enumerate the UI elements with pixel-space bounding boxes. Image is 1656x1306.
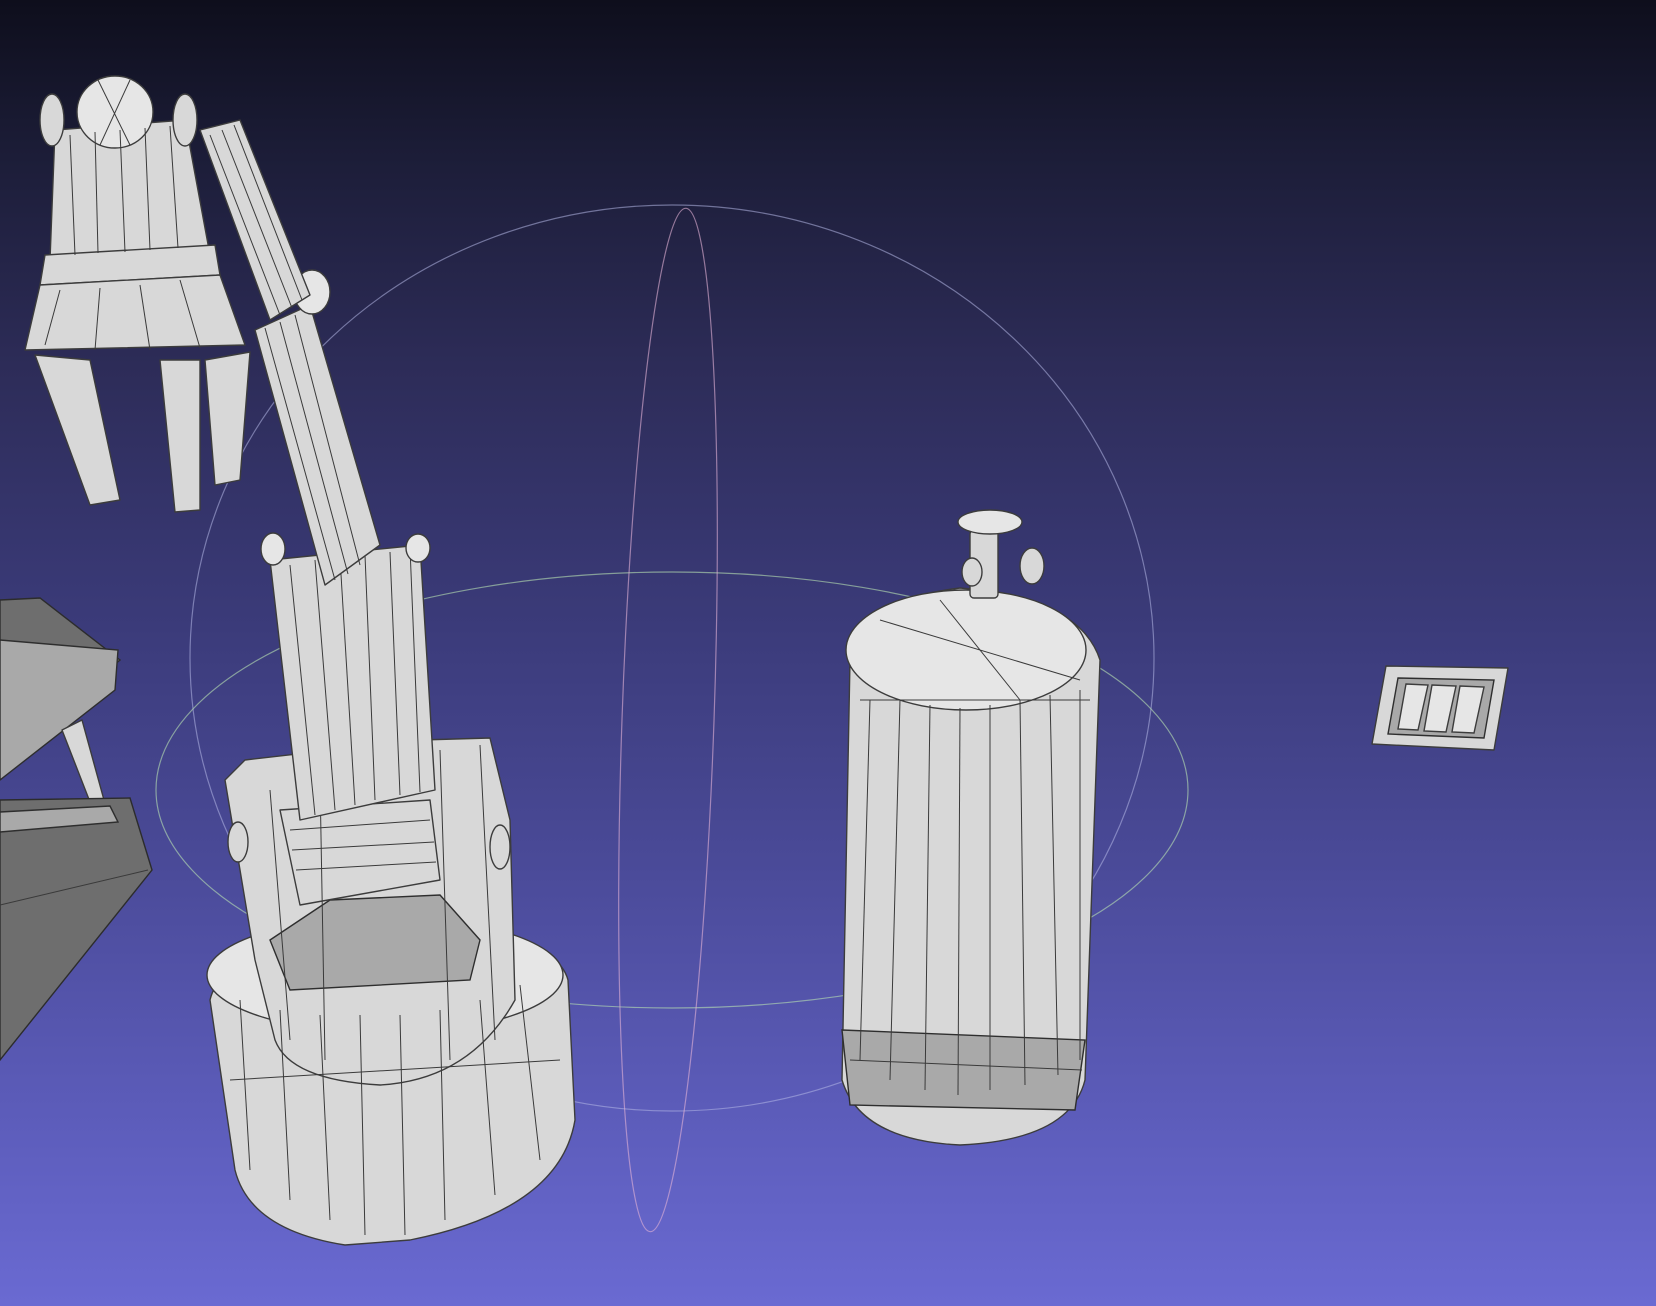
scene-canvas[interactable]: [0, 0, 1656, 1306]
trackball-vertical-ring: [618, 207, 718, 1233]
workbench[interactable]: [0, 597, 153, 1062]
wall-switch-plate[interactable]: [1371, 665, 1509, 751]
gas-cylinder[interactable]: [841, 509, 1101, 1146]
3d-viewport[interactable]: [0, 0, 1656, 1306]
